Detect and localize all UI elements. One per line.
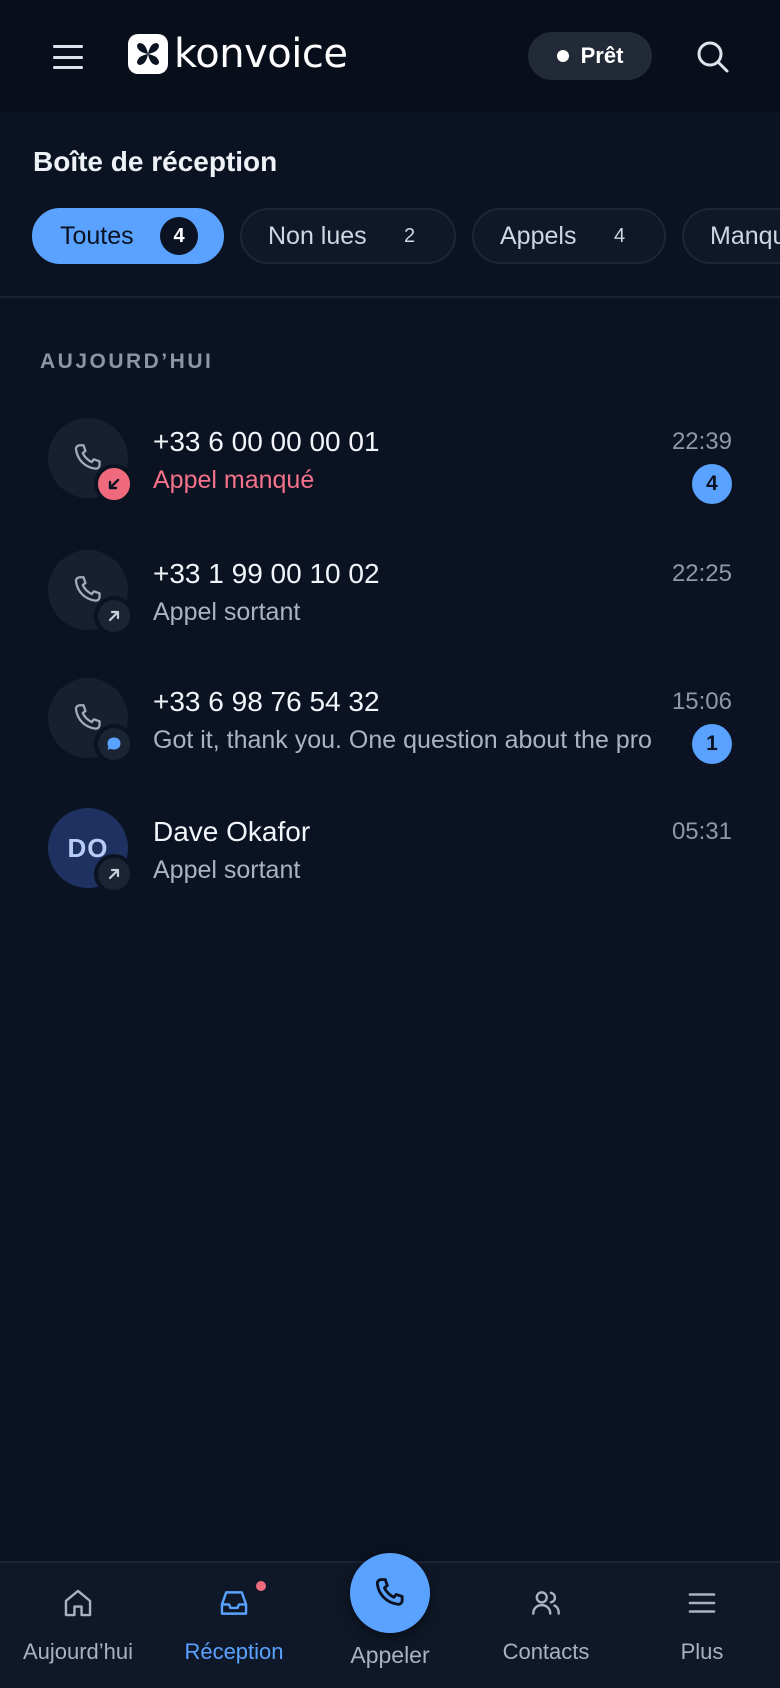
filter-chip-label: Non lues — [268, 221, 367, 250]
unread-count-badge: 1 — [692, 724, 732, 764]
filter-chip-count: 4 — [614, 224, 626, 247]
conversation-time: 05:31 — [671, 818, 732, 845]
app-root: konvoice Prêt Boîte de réception Toutes … — [0, 0, 780, 1688]
filter-chip-label: Appels — [500, 221, 577, 250]
filter-chips: Toutes 4 Non lues 2 Appels 4 Manqu — [32, 208, 780, 264]
conversation-subtitle: Appel manqué — [153, 466, 315, 494]
search-icon[interactable] — [694, 38, 732, 76]
conversation-time: 15:06 — [671, 688, 732, 715]
filter-chip-label: Toutes — [60, 221, 134, 250]
availability-status-button[interactable]: Prêt — [528, 32, 652, 80]
divider — [0, 296, 780, 298]
konvoice-logo-icon — [128, 34, 168, 74]
home-icon — [58, 1583, 98, 1623]
inbox-tray-icon — [214, 1583, 254, 1623]
conversation-title: +33 6 00 00 00 01 — [153, 426, 380, 457]
filter-chip-label: Manqu — [710, 221, 780, 250]
status-label: Prêt — [580, 43, 624, 68]
conversation-time: 22:25 — [671, 560, 732, 587]
conversation-subtitle: Got it, thank you. One question about th… — [153, 726, 652, 754]
nav-item-today[interactable]: Aujourd’hui — [0, 1563, 156, 1688]
menu-lines-icon — [682, 1583, 722, 1623]
filter-chip-count: 2 — [404, 224, 416, 247]
conversation-subtitle: Appel sortant — [153, 598, 301, 626]
contacts-icon — [526, 1583, 566, 1623]
brand-name: konvoice — [174, 31, 348, 77]
nav-item-contacts[interactable]: Contacts — [468, 1563, 624, 1688]
filter-chip-toutes[interactable]: Toutes 4 — [32, 208, 224, 264]
nav-item-more[interactable]: Plus — [624, 1563, 780, 1688]
call-button-label: Appeler — [350, 1642, 430, 1668]
nav-label: Plus — [680, 1639, 724, 1664]
call-button[interactable] — [350, 1553, 430, 1633]
filter-chip-appels[interactable]: Appels 4 — [472, 208, 666, 264]
notification-dot — [256, 1581, 266, 1591]
brand-logo: konvoice — [128, 31, 348, 77]
filter-chip-count: 4 — [160, 217, 198, 255]
conversation-title: +33 6 98 76 54 32 — [153, 686, 380, 717]
nav-label: Contacts — [502, 1639, 590, 1664]
conversation-row[interactable]: DO Dave Okafor Appel sortant 05:31 — [0, 808, 780, 918]
missed-call-arrow-icon — [94, 464, 134, 504]
top-bar: konvoice Prêt — [0, 0, 780, 112]
conversation-time: 22:39 — [671, 428, 732, 455]
filter-chip-non-lues[interactable]: Non lues 2 — [240, 208, 456, 264]
unread-count-badge: 4 — [692, 464, 732, 504]
conversation-row[interactable]: +33 6 98 76 54 32 Got it, thank you. One… — [0, 678, 780, 788]
conversation-title: Dave Okafor — [153, 816, 311, 847]
page-title: Boîte de réception — [33, 146, 278, 177]
conversation-row[interactable]: +33 6 00 00 00 01 Appel manqué 22:39 4 — [0, 418, 780, 528]
conversation-subtitle: Appel sortant — [153, 856, 301, 884]
nav-item-inbox[interactable]: Réception — [156, 1563, 312, 1688]
section-label-today: AUJOURD’HUI — [40, 350, 214, 373]
menu-icon[interactable] — [50, 40, 86, 74]
outgoing-call-arrow-icon — [94, 854, 134, 894]
filter-chip-manques[interactable]: Manqu — [682, 208, 780, 264]
message-bubble-icon — [94, 724, 134, 764]
outgoing-call-arrow-icon — [94, 596, 134, 636]
conversation-title: +33 1 99 00 10 02 — [153, 558, 380, 589]
phone-icon — [375, 1578, 404, 1606]
status-dot — [556, 50, 569, 62]
nav-label: Aujourd’hui — [22, 1639, 134, 1664]
nav-label: Réception — [184, 1639, 284, 1664]
conversation-row[interactable]: +33 1 99 00 10 02 Appel sortant 22:25 — [0, 550, 780, 660]
